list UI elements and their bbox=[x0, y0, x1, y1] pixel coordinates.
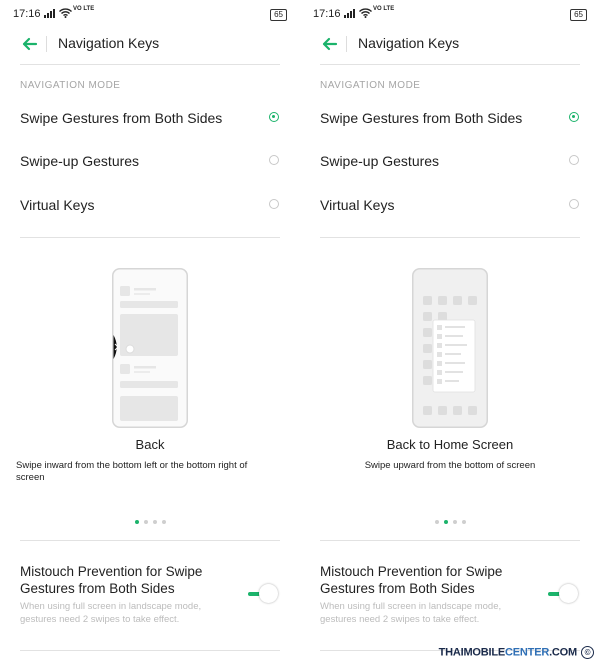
option-label: Virtual Keys bbox=[320, 197, 395, 213]
swipe-up-home-illustration bbox=[412, 268, 488, 428]
carousel-pager bbox=[0, 513, 300, 531]
section-label-navigation-mode: NAVIGATION MODE bbox=[320, 80, 421, 91]
status-bar: 17:16 VO LTE 65 bbox=[13, 6, 287, 22]
back-arrow-icon[interactable] bbox=[318, 32, 342, 56]
cellular-signal-icon bbox=[344, 9, 355, 18]
pager-dot[interactable] bbox=[143, 519, 148, 524]
copyright-icon: © bbox=[581, 646, 594, 659]
section-divider bbox=[20, 540, 280, 541]
watermark-text-suffix: .COM bbox=[549, 646, 577, 659]
status-time: 17:16 bbox=[313, 8, 341, 20]
settings-screen-left: 17:16 VO LTE 65 Navigation Keys NAVIGATI… bbox=[0, 0, 300, 667]
page-title: Navigation Keys bbox=[358, 35, 460, 51]
status-time: 17:16 bbox=[13, 8, 41, 20]
option-label: Swipe Gestures from Both Sides bbox=[20, 110, 223, 126]
pager-dot[interactable] bbox=[161, 519, 166, 524]
radio-unselected[interactable] bbox=[269, 155, 279, 165]
option-label: Swipe-up Gestures bbox=[320, 153, 440, 169]
gesture-caption-title: Back to Home Screen bbox=[386, 437, 514, 452]
option-swipe-gestures-both-sides[interactable]: Swipe Gestures from Both Sides bbox=[300, 103, 600, 133]
watermark-text-accent: CENTER bbox=[505, 646, 550, 659]
section-label-navigation-mode: NAVIGATION MODE bbox=[20, 80, 121, 91]
option-swipe-gestures-both-sides[interactable]: Swipe Gestures from Both Sides bbox=[0, 103, 300, 133]
settings-screen-right: 17:16 VO LTE 65 Navigation Keys NAVIGATI… bbox=[300, 0, 600, 667]
watermark-text-main: THAIMOBILE bbox=[438, 646, 506, 659]
battery-indicator: 65 bbox=[270, 9, 287, 21]
wifi-icon bbox=[59, 8, 72, 18]
back-arrow-icon[interactable] bbox=[18, 32, 42, 56]
carousel-pager bbox=[300, 513, 600, 531]
pager-dot[interactable] bbox=[152, 519, 157, 524]
radio-selected[interactable] bbox=[569, 112, 579, 122]
volte-indicator: VO LTE bbox=[373, 6, 395, 12]
option-label: Swipe-up Gestures bbox=[20, 153, 140, 169]
pager-dot-active[interactable] bbox=[134, 519, 139, 524]
battery-indicator: 65 bbox=[570, 9, 587, 21]
option-label: Virtual Keys bbox=[20, 197, 95, 213]
gesture-caption-title: Back bbox=[135, 437, 165, 452]
mistouch-prevention-description: When using full screen in landscape mode… bbox=[320, 601, 502, 625]
volte-indicator: VO LTE bbox=[73, 6, 95, 12]
mistouch-prevention-title: Mistouch Prevention for Swipe Gestures f… bbox=[320, 564, 503, 596]
pager-dot[interactable] bbox=[452, 519, 457, 524]
header-divider-line bbox=[320, 64, 580, 65]
section-divider bbox=[20, 237, 280, 238]
app-header: Navigation Keys bbox=[0, 28, 300, 60]
option-virtual-keys[interactable]: Virtual Keys bbox=[0, 190, 300, 220]
toggle-knob bbox=[259, 584, 278, 603]
radio-unselected[interactable] bbox=[269, 199, 279, 209]
pager-dot-active[interactable] bbox=[443, 519, 448, 524]
cellular-signal-icon bbox=[44, 9, 55, 18]
page-title: Navigation Keys bbox=[58, 35, 160, 51]
section-divider bbox=[320, 540, 580, 541]
option-swipe-up-gestures[interactable]: Swipe-up Gestures bbox=[300, 146, 600, 176]
section-divider bbox=[320, 237, 580, 238]
header-divider bbox=[346, 36, 347, 52]
radio-selected[interactable] bbox=[269, 112, 279, 122]
mistouch-prevention-toggle[interactable] bbox=[246, 583, 280, 605]
status-bar: 17:16 VO LTE 65 bbox=[313, 6, 587, 22]
toggle-knob bbox=[559, 584, 578, 603]
mistouch-prevention-toggle[interactable] bbox=[546, 583, 580, 605]
site-watermark: THAIMOBILECENTER.COM © bbox=[439, 646, 594, 659]
option-swipe-up-gestures[interactable]: Swipe-up Gestures bbox=[0, 146, 300, 176]
radio-unselected[interactable] bbox=[569, 155, 579, 165]
gesture-caption-description: Swipe upward from the bottom of screen bbox=[364, 460, 536, 471]
option-label: Swipe Gestures from Both Sides bbox=[320, 110, 523, 126]
pager-dot[interactable] bbox=[461, 519, 466, 524]
pager-dot[interactable] bbox=[434, 519, 439, 524]
radio-unselected[interactable] bbox=[569, 199, 579, 209]
section-divider bbox=[20, 650, 280, 651]
side-swipe-back-illustration bbox=[112, 268, 188, 428]
app-header: Navigation Keys bbox=[300, 28, 600, 60]
option-virtual-keys[interactable]: Virtual Keys bbox=[300, 190, 600, 220]
gesture-caption-description: Swipe inward from the bottom left or the… bbox=[16, 460, 248, 483]
header-divider bbox=[46, 36, 47, 52]
mistouch-prevention-title: Mistouch Prevention for Swipe Gestures f… bbox=[20, 564, 203, 596]
mistouch-prevention-description: When using full screen in landscape mode… bbox=[20, 601, 202, 625]
header-divider-line bbox=[20, 64, 280, 65]
wifi-icon bbox=[359, 8, 372, 18]
